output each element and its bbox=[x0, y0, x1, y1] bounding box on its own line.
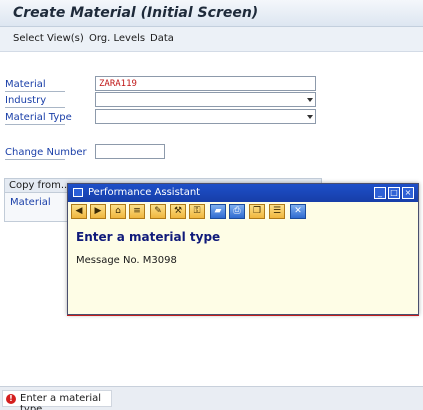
industry-label: Industry bbox=[5, 95, 47, 106]
status-text: Enter a material type bbox=[20, 393, 102, 410]
application-toolbar: Select View(s) Org. Levels Data bbox=[0, 27, 423, 52]
material-type-dropdown[interactable] bbox=[95, 109, 316, 124]
message-number: Message No. M3098 bbox=[76, 255, 177, 266]
back-icon[interactable]: ◀ bbox=[71, 204, 87, 219]
window-icon bbox=[73, 188, 83, 197]
chevron-down-icon bbox=[307, 115, 313, 119]
chevron-down-icon bbox=[307, 98, 313, 102]
industry-dropdown[interactable] bbox=[95, 92, 316, 107]
industry-label-underline bbox=[5, 107, 65, 108]
dialog-heading: Enter a material type bbox=[76, 230, 221, 244]
select-views-button[interactable]: Select View(s) bbox=[13, 33, 84, 44]
dialog-title: Performance Assistant bbox=[88, 187, 201, 198]
material-label: Material bbox=[5, 79, 46, 90]
minimize-button[interactable]: _ bbox=[374, 187, 386, 199]
error-icon: ! bbox=[6, 394, 16, 404]
close-button[interactable]: × bbox=[402, 187, 414, 199]
material-type-label-underline bbox=[5, 124, 65, 125]
tools-icon[interactable]: ⚒ bbox=[170, 204, 186, 219]
data-button[interactable]: Data bbox=[150, 33, 174, 44]
home-icon[interactable]: ⌂ bbox=[110, 204, 126, 219]
status-bar: ! Enter a material type bbox=[0, 386, 423, 410]
print-icon[interactable]: ⎙ bbox=[229, 204, 245, 219]
change-number-label: Change Number bbox=[5, 147, 87, 158]
org-levels-button[interactable]: Org. Levels bbox=[89, 33, 145, 44]
performance-assistant-dialog: Performance Assistant _ □ × ◀ ▶ ⌂ ≡ ✎ ⚒ … bbox=[67, 183, 419, 315]
material-type-label: Material Type bbox=[5, 112, 72, 123]
copy-from-title: Copy from... bbox=[9, 180, 71, 191]
list-icon[interactable]: ☰ bbox=[269, 204, 285, 219]
close-icon[interactable]: ✕ bbox=[290, 204, 306, 219]
bookmark-icon[interactable]: ▰ bbox=[210, 204, 226, 219]
title-bar: Create Material (Initial Screen) bbox=[0, 0, 423, 27]
edit-icon[interactable]: ✎ bbox=[150, 204, 166, 219]
change-number-input[interactable] bbox=[95, 144, 165, 159]
key-icon[interactable]: ⚿ bbox=[189, 204, 205, 219]
forward-icon[interactable]: ▶ bbox=[90, 204, 106, 219]
copy-material-label: Material bbox=[10, 197, 51, 208]
copy-icon[interactable]: ❐ bbox=[249, 204, 265, 219]
material-label-underline bbox=[5, 91, 65, 92]
page-title: Create Material (Initial Screen) bbox=[13, 5, 259, 21]
maximize-button[interactable]: □ bbox=[388, 187, 400, 199]
change-number-label-underline bbox=[5, 159, 65, 160]
material-input[interactable]: ZARA119 bbox=[95, 76, 316, 91]
dialog-toolbar: ◀ ▶ ⌂ ≡ ✎ ⚒ ⚿ ▰ ⎙ ❐ ☰ ✕ bbox=[68, 202, 418, 222]
status-message[interactable]: ! Enter a material type bbox=[2, 390, 112, 410]
dialog-title-bar[interactable]: Performance Assistant _ □ × bbox=[68, 184, 418, 202]
settings-icon[interactable]: ≡ bbox=[129, 204, 145, 219]
